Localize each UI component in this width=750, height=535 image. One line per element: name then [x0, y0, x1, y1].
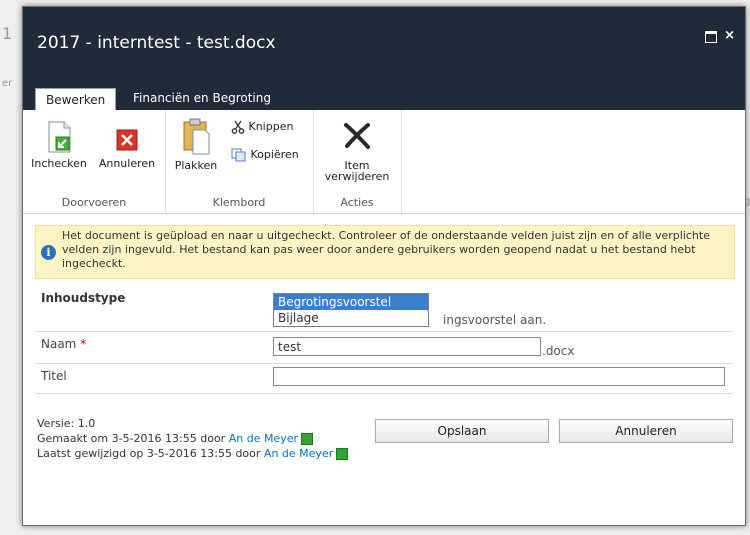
- content-type-option[interactable]: Begrotingsvoorstel: [274, 294, 428, 310]
- modified-prefix: Laatst gewijzigd op 3-5-2016 13:55 door: [37, 447, 261, 460]
- delete-label-line2: verwijderen: [324, 170, 390, 183]
- paste-icon: [183, 118, 210, 155]
- edit-properties-dialog: 2017 - interntest - test.docx × Bewerken…: [22, 6, 746, 526]
- close-icon[interactable]: ×: [724, 28, 735, 43]
- name-label-text: Naam: [41, 337, 77, 351]
- presence-icon[interactable]: [336, 448, 349, 460]
- version-text: Versie: 1.0: [37, 417, 96, 430]
- content-type-description: ingsvoorstel aan.: [443, 313, 547, 327]
- copy-label: Kopiëren: [250, 148, 299, 161]
- save-button[interactable]: Opslaan: [375, 419, 549, 443]
- delete-icon: [344, 123, 370, 149]
- file-extension: .docx: [542, 344, 575, 358]
- background-text: er: [2, 78, 13, 89]
- presence-icon[interactable]: [301, 433, 314, 445]
- paste-label: Plakken: [174, 159, 218, 172]
- checkin-icon: [48, 121, 71, 153]
- paste-button[interactable]: Plakken: [171, 116, 221, 172]
- discard-checkout-button[interactable]: Annuleren: [93, 120, 161, 170]
- ribbon-group-doorvoeren: Inchecken Annuleren Doorvoeren: [23, 110, 166, 213]
- copy-icon: [231, 148, 246, 162]
- created-prefix: Gemaakt om 3-5-2016 13:55 door: [37, 432, 226, 445]
- group-label-klembord: Klembord: [212, 196, 266, 209]
- content-type-label: Inhoudstype: [41, 291, 126, 305]
- ribbon-group-acties: Item verwijderen Acties: [313, 110, 402, 213]
- tab-bewerken[interactable]: Bewerken: [35, 88, 117, 111]
- status-message-text: Het document is geüpload en naar u uitge…: [62, 229, 710, 270]
- ribbon: Inchecken Annuleren Doorvoeren Plakken K…: [23, 110, 745, 214]
- group-label-doorvoeren: Doorvoeren: [61, 196, 127, 209]
- discard-label: Annuleren: [98, 157, 156, 170]
- ribbon-group-klembord: Plakken Knippen Kopiëren Klembord: [165, 110, 314, 213]
- ribbon-tabs: Bewerken Financiën en Begroting: [23, 87, 745, 111]
- dialog-titlebar: 2017 - interntest - test.docx ×: [23, 7, 745, 87]
- checkin-button[interactable]: Inchecken: [27, 120, 91, 170]
- title-label: Titel: [41, 369, 67, 383]
- checkin-label: Inchecken: [31, 157, 87, 170]
- discard-icon: [116, 129, 138, 151]
- status-message: i Het document is geüpload en naar u uit…: [35, 225, 735, 279]
- required-marker: *: [80, 337, 87, 351]
- created-by-link[interactable]: An de Meyer: [229, 432, 298, 445]
- cut-button[interactable]: Knippen: [231, 120, 293, 134]
- maximize-icon[interactable]: [705, 31, 717, 43]
- modified-info: Laatst gewijzigd op 3-5-2016 13:55 door …: [37, 447, 349, 460]
- name-label: Naam *: [41, 337, 86, 351]
- created-info: Gemaakt om 3-5-2016 13:55 door An de Mey…: [37, 432, 314, 445]
- scissors-icon: [231, 120, 245, 134]
- cut-label: Knippen: [248, 120, 294, 133]
- info-icon: i: [41, 245, 56, 260]
- tab-financien-en-begroting[interactable]: Financiën en Begroting: [123, 87, 281, 110]
- content-type-select[interactable]: Begrotingsvoorstel Bijlage: [273, 293, 429, 327]
- group-label-acties: Acties: [340, 196, 374, 209]
- dialog-title: 2017 - interntest - test.docx: [37, 33, 276, 53]
- cancel-button[interactable]: Annuleren: [559, 419, 733, 443]
- modified-by-link[interactable]: An de Meyer: [264, 447, 333, 460]
- copy-button[interactable]: Kopiëren: [231, 148, 299, 162]
- content-type-option[interactable]: Bijlage: [274, 310, 428, 326]
- background-text: 1: [2, 24, 13, 43]
- title-input[interactable]: [273, 367, 725, 386]
- delete-item-button[interactable]: Item verwijderen: [319, 120, 395, 182]
- name-input[interactable]: test: [273, 337, 541, 356]
